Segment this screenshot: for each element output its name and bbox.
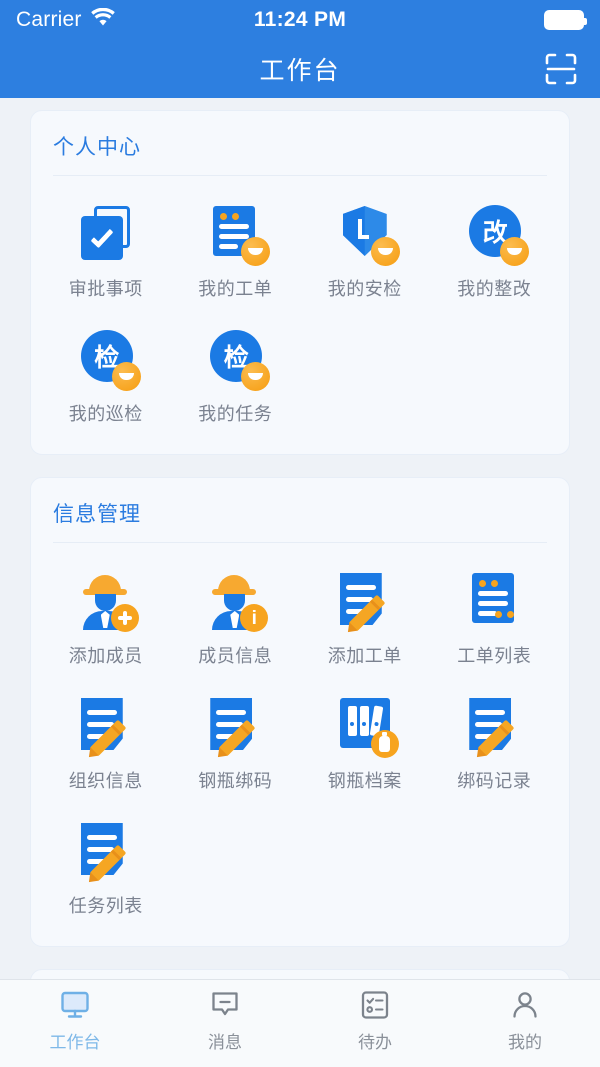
- cylinder-badge-icon: [370, 730, 399, 758]
- monitor-icon: [58, 988, 92, 1022]
- workbench-content: 个人中心 审批事项 我的工单 我的安检 改 我的整改 检 我的巡检 检 我的任务…: [0, 98, 600, 979]
- doc-pencil-icon: [75, 694, 137, 757]
- grid-item-my-rectification[interactable]: 改 我的整改: [430, 190, 560, 315]
- grid-item-bind-code-record[interactable]: 绑码记录: [430, 682, 560, 807]
- tab-todo[interactable]: 待办: [300, 988, 450, 1053]
- nav-bar: 工作台: [0, 40, 600, 98]
- grid-item-label: 成员信息: [198, 646, 273, 666]
- grid-item-org-info[interactable]: 组织信息: [41, 682, 171, 807]
- scan-icon[interactable]: [544, 52, 578, 86]
- grid-item-label: 工单列表: [457, 646, 532, 666]
- grid-item-label: 我的安检: [327, 279, 402, 299]
- divider: [53, 175, 547, 176]
- chat-bubble-icon: [208, 988, 242, 1022]
- section-grid: 添加成员 i 成员信息 添加工单 工单列表 组织信息 钢瓶绑码 钢瓶档案 绑码记…: [31, 551, 569, 936]
- section-grid: 审批事项 我的工单 我的安检 改 我的整改 检 我的巡检 检 我的任务: [31, 184, 569, 444]
- section-information-management: 信息管理 添加成员 i 成员信息 添加工单 工单列表 组织信息 钢瓶绑码 钢瓶档…: [30, 477, 570, 947]
- battery-icon: [544, 10, 587, 30]
- section-title: 信息管理: [53, 503, 141, 526]
- doc-pencil-icon: [204, 694, 266, 757]
- status-time: 11:24 PM: [253, 8, 347, 31]
- info-badge-icon: i: [240, 604, 269, 632]
- grid-item-label: 我的整改: [457, 279, 532, 299]
- grid-item-label: 添加成员: [68, 646, 143, 666]
- tab-label: 待办: [358, 1033, 392, 1052]
- worker-info-icon: i: [204, 569, 269, 632]
- section-title: 个人中心: [53, 136, 141, 159]
- doc-pencil-icon: [334, 569, 396, 632]
- badge-smile-icon: [370, 237, 400, 266]
- grid-item-work-order-list[interactable]: 工单列表: [430, 557, 560, 682]
- grid-item-add-member[interactable]: 添加成员: [41, 557, 171, 682]
- grid-item-label: 钢瓶绑码: [198, 771, 273, 791]
- grid-item-label: 绑码记录: [457, 771, 532, 791]
- grid-item-label: 我的任务: [198, 404, 273, 424]
- rectify-circle-icon: 改: [463, 202, 530, 266]
- grid-item-member-info[interactable]: i 成员信息: [171, 557, 301, 682]
- person-icon: [508, 988, 542, 1022]
- badge-smile-icon: [241, 362, 271, 391]
- grid-item-label: 审批事项: [68, 279, 143, 299]
- badge-smile-icon: [111, 362, 141, 391]
- grid-item-task-list[interactable]: 任务列表: [41, 807, 171, 932]
- cylinder-archive-icon: [334, 694, 399, 758]
- work-order-doc-icon: [204, 202, 271, 266]
- plus-badge-icon: [110, 604, 139, 632]
- patrol-circle-icon: 检: [75, 327, 141, 391]
- tab-label: 消息: [208, 1033, 242, 1052]
- bottom-tab-bar: 工作台 消息 待办 我的: [0, 979, 600, 1067]
- grid-item-my-patrol[interactable]: 检 我的巡检: [41, 315, 171, 440]
- doc-pencil-icon: [75, 819, 137, 882]
- grid-item-label: 添加工单: [327, 646, 402, 666]
- status-bar: Carrier 11:24 PM: [0, 0, 600, 40]
- grid-item-my-work-order[interactable]: 我的工单: [171, 190, 301, 315]
- tab-messages[interactable]: 消息: [150, 988, 300, 1053]
- grid-item-cylinder-archive[interactable]: 钢瓶档案: [300, 682, 430, 807]
- grid-item-cylinder-bind-code[interactable]: 钢瓶绑码: [171, 682, 301, 807]
- section-personal-center: 个人中心 审批事项 我的工单 我的安检 改 我的整改 检 我的巡检 检 我的任务: [30, 110, 570, 455]
- grid-item-label: 组织信息: [68, 771, 143, 791]
- doc-pencil-icon: [463, 694, 525, 757]
- grid-item-my-safety-check[interactable]: 我的安检: [300, 190, 430, 315]
- grid-item-my-task[interactable]: 检 我的任务: [171, 315, 301, 440]
- work-order-list-icon: [463, 569, 525, 631]
- grid-item-approval[interactable]: 审批事项: [41, 190, 171, 315]
- status-bar-right: [544, 10, 587, 30]
- tab-profile[interactable]: 我的: [450, 988, 600, 1053]
- section-customer-management: 客户管理: [30, 969, 570, 979]
- app-root: Carrier 11:24 PM 工作台 个人中心 审批事项 我的工单 我的安检…: [0, 0, 600, 1067]
- divider: [53, 542, 547, 543]
- tab-label: 工作台: [49, 1033, 101, 1052]
- worker-add-icon: [75, 569, 139, 632]
- page-title: 工作台: [259, 57, 341, 85]
- grid-item-label: 我的巡检: [68, 404, 143, 424]
- badge-smile-icon: [241, 237, 271, 266]
- grid-item-label: 钢瓶档案: [327, 771, 402, 791]
- grid-item-label: 我的工单: [198, 279, 273, 299]
- grid-item-add-work-order[interactable]: 添加工单: [300, 557, 430, 682]
- badge-smile-icon: [500, 237, 530, 266]
- shield-inspection-icon: [334, 202, 400, 266]
- grid-item-label: 任务列表: [68, 896, 143, 916]
- task-circle-icon: 检: [204, 327, 271, 391]
- tab-workbench[interactable]: 工作台: [0, 988, 150, 1053]
- checklist-icon: [358, 988, 392, 1022]
- approval-doc-icon: [75, 202, 137, 264]
- tab-label: 我的: [508, 1033, 542, 1052]
